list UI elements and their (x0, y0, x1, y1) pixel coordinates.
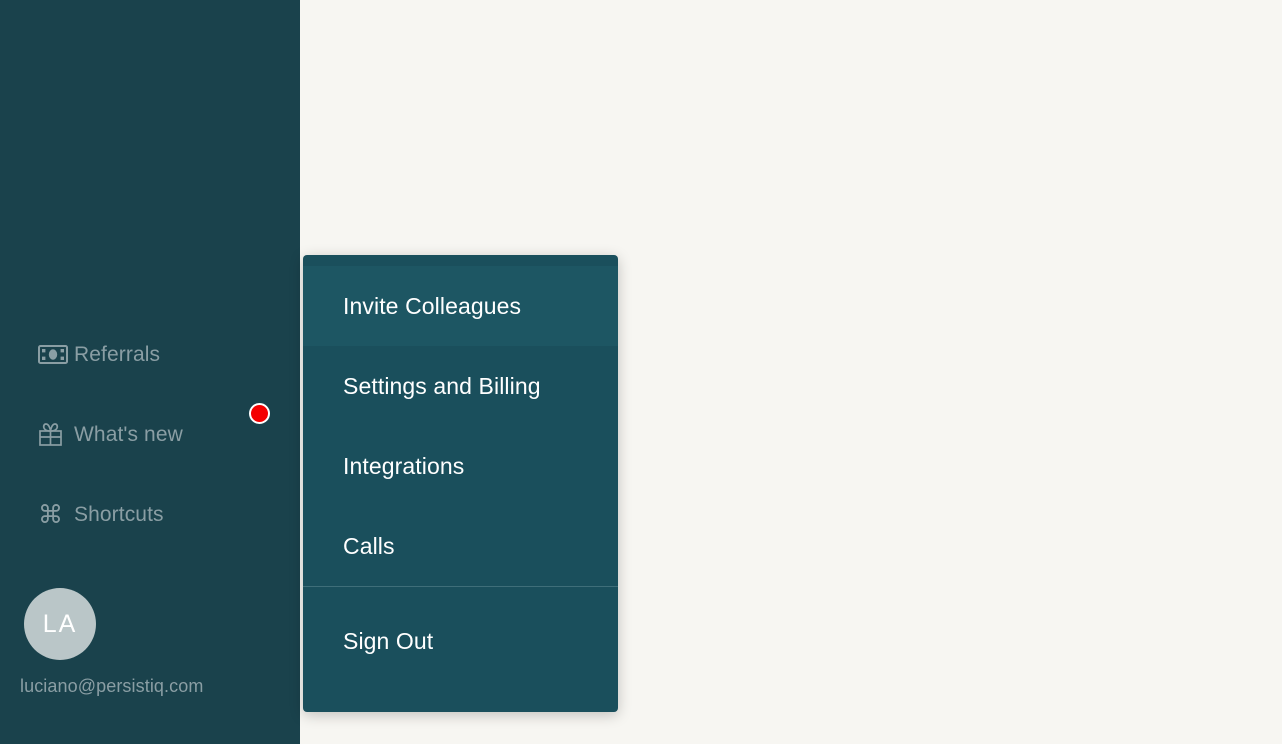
user-email: luciano@persistiq.com (20, 676, 204, 696)
whats-new-notification-badge (249, 403, 270, 424)
sidebar: Referrals What's new ⌘ Shortcuts LA luci… (0, 0, 300, 744)
banknote-icon (38, 344, 72, 364)
sidebar-item-referrals[interactable]: Referrals (0, 331, 300, 377)
menu-item-settings-and-billing[interactable]: Settings and Billing (303, 346, 618, 426)
menu-item-label: Sign Out (343, 628, 434, 654)
menu-group-footer: Sign Out (303, 587, 618, 696)
menu-group-primary: Invite Colleagues Settings and Billing I… (303, 255, 618, 586)
menu-item-invite-colleagues[interactable]: Invite Colleagues (303, 266, 618, 346)
command-icon: ⌘ (38, 499, 63, 529)
menu-item-calls[interactable]: Calls (303, 506, 618, 586)
menu-item-sign-out[interactable]: Sign Out (303, 587, 618, 696)
sidebar-item-shortcuts[interactable]: ⌘ Shortcuts (0, 491, 300, 537)
sidebar-item-label: Shortcuts (74, 502, 164, 526)
sidebar-item-label: Referrals (74, 342, 161, 366)
user-block: LA luciano@persistiq.com (0, 588, 300, 697)
sidebar-item-label: What's new (74, 422, 183, 446)
account-dropdown-menu: Invite Colleagues Settings and Billing I… (303, 255, 618, 712)
menu-item-label: Invite Colleagues (343, 292, 522, 319)
menu-item-label: Calls (343, 532, 395, 559)
avatar[interactable]: LA (24, 588, 96, 660)
avatar-initials: LA (42, 609, 78, 638)
menu-item-integrations[interactable]: Integrations (303, 426, 618, 506)
menu-item-label: Integrations (343, 452, 465, 479)
menu-item-label: Settings and Billing (343, 372, 541, 399)
gift-icon (38, 422, 72, 447)
